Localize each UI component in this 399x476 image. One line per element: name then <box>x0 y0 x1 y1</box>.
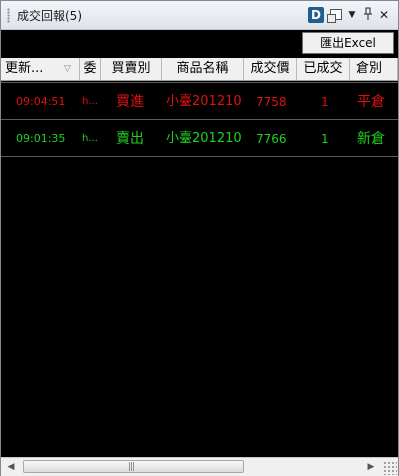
scroll-left-arrow-icon[interactable]: ◀ <box>3 460 19 474</box>
cell-side: 賣出 <box>116 131 144 147</box>
column-header-label: 更新... <box>5 61 44 76</box>
column-header-filled[interactable]: 已成交 <box>297 58 350 80</box>
cell-filled: 1 <box>321 95 329 109</box>
column-header-price[interactable]: 成交價 <box>244 58 297 80</box>
toolbar: 匯出Excel <box>1 30 398 58</box>
cell-time: 09:01:35 <box>16 132 66 145</box>
row-divider <box>1 119 398 120</box>
table-row[interactable]: 09:04:51 h... 買進 小臺201210 7758 1 平倉 <box>1 85 398 119</box>
pin-icon[interactable] <box>361 7 375 23</box>
scroll-right-arrow-icon[interactable]: ▶ <box>363 460 379 474</box>
cell-filled: 1 <box>321 132 329 146</box>
cell-position: 新倉 <box>357 131 385 147</box>
sort-arrow-icon: ▽ <box>64 64 71 74</box>
table-header: 更新... ▽ 委 買賣別 商品名稱 成交價 已成交 倉別 <box>1 58 398 81</box>
cell-position: 平倉 <box>357 94 385 110</box>
column-header-order[interactable]: 委 <box>80 58 101 80</box>
horizontal-scrollbar[interactable]: ◀ ||| ▶ <box>1 457 398 476</box>
cell-time: 09:04:51 <box>16 95 66 108</box>
cell-side: 買進 <box>116 94 144 110</box>
column-header-product[interactable]: 商品名稱 <box>162 58 244 80</box>
table-row[interactable]: 09:01:35 h... 賣出 小臺201210 7766 1 新倉 <box>1 122 398 156</box>
resize-grip-icon[interactable] <box>383 461 397 475</box>
cell-price: 7758 <box>256 95 287 109</box>
row-divider <box>1 156 398 157</box>
trade-report-window: 成交回報(5) D ▼ ✕ 匯出Excel 更新... ▽ 委 買賣別 商品名稱… <box>0 0 399 476</box>
d-logo-icon[interactable]: D <box>308 7 324 23</box>
cell-product: 小臺201210 <box>166 131 242 146</box>
window-mode-icon[interactable] <box>327 7 343 23</box>
window-title: 成交回報(5) <box>17 9 82 23</box>
row-divider <box>1 82 398 83</box>
export-excel-button[interactable]: 匯出Excel <box>302 32 394 54</box>
drag-grip-icon[interactable] <box>7 8 10 23</box>
dropdown-arrow-icon[interactable]: ▼ <box>345 7 359 23</box>
cell-price: 7766 <box>256 132 287 146</box>
scroll-thumb-grip-icon: ||| <box>128 462 135 472</box>
cell-product: 小臺201210 <box>166 94 242 109</box>
scrollbar-thumb[interactable]: ||| <box>23 460 244 473</box>
close-icon[interactable]: ✕ <box>377 7 391 23</box>
column-header-position[interactable]: 倉別 <box>350 58 398 80</box>
cell-order: h... <box>82 96 98 107</box>
cell-order: h... <box>82 133 98 144</box>
pin-glyph-icon <box>364 7 372 20</box>
column-header-side[interactable]: 買賣別 <box>101 58 162 80</box>
title-bar[interactable]: 成交回報(5) D ▼ ✕ <box>1 1 398 30</box>
